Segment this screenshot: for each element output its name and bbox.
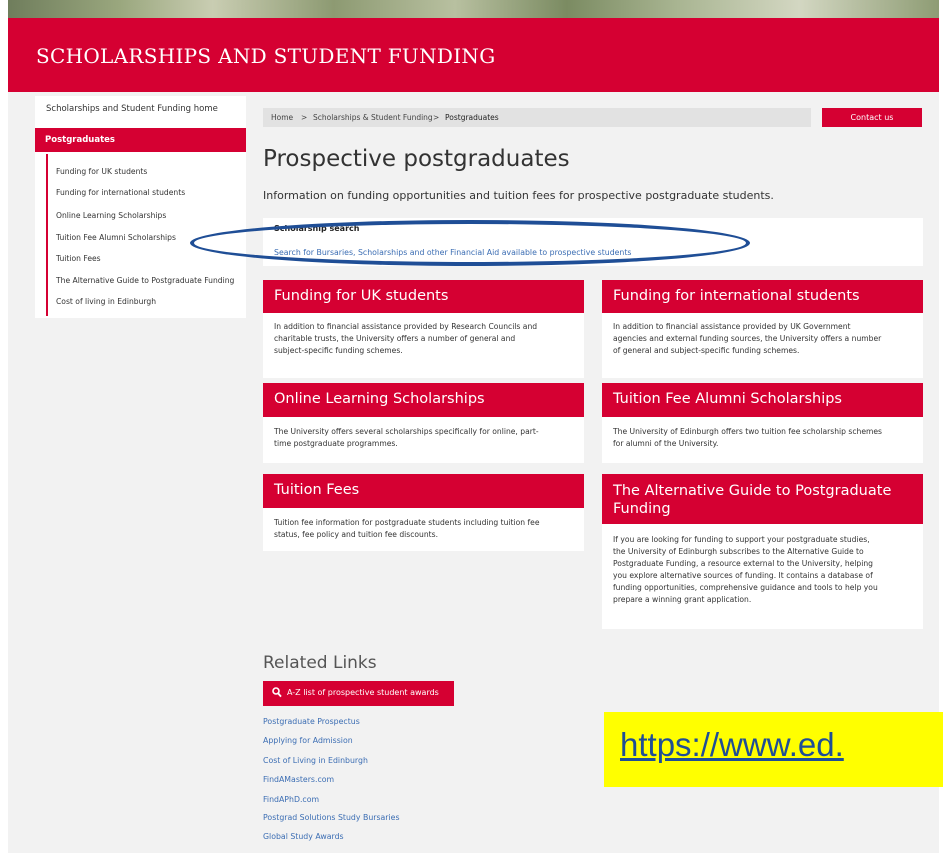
related-link-findaphd[interactable]: FindAPhD.com xyxy=(263,795,319,804)
card-title: Tuition Fee Alumni Scholarships xyxy=(613,391,842,407)
breadcrumb-separator: > xyxy=(301,113,308,122)
card-tuition-fees: Tuition Fees Tuition fee information for… xyxy=(263,474,584,551)
sidebar-item-alternative-guide[interactable]: The Alternative Guide to Postgraduate Fu… xyxy=(56,276,234,285)
url-callout: https://www.ed. xyxy=(604,712,943,787)
card-title-link[interactable]: The Alternative Guide to Postgraduate Fun… xyxy=(602,474,923,524)
card-title: Tuition Fees xyxy=(274,482,360,498)
page-title: Prospective postgraduates xyxy=(263,146,570,172)
related-link-admission[interactable]: Applying for Admission xyxy=(263,736,353,745)
card-title-link[interactable]: Online Learning Scholarships xyxy=(263,383,584,417)
breadcrumb: Home > Scholarships & Student Funding > … xyxy=(263,108,811,127)
submenu-rule xyxy=(46,154,48,316)
url-callout-link[interactable]: https://www.ed. xyxy=(620,726,844,764)
card-title-link[interactable]: Tuition Fees xyxy=(263,474,584,508)
card-title-link[interactable]: Tuition Fee Alumni Scholarships xyxy=(602,383,923,417)
hero-image-strip xyxy=(8,0,939,18)
az-awards-label: A-Z list of prospective student awards xyxy=(287,688,439,697)
card-title: Funding for international students xyxy=(613,288,860,304)
page-intro: Information on funding opportunities and… xyxy=(263,189,774,202)
card-body: The University offers several scholarshi… xyxy=(274,427,539,448)
related-link-postgrad-solutions[interactable]: Postgrad Solutions Study Bursaries xyxy=(263,813,400,822)
related-link-global-study-awards[interactable]: Global Study Awards xyxy=(263,832,344,841)
card-alumni-scholarships: Tuition Fee Alumni Scholarships The Univ… xyxy=(602,383,923,463)
card-title-link[interactable]: Funding for international students xyxy=(602,280,923,313)
contact-us-button[interactable]: Contact us xyxy=(822,108,922,127)
card-body: Tuition fee information for postgraduate… xyxy=(274,518,540,539)
card-body: In addition to financial assistance prov… xyxy=(274,322,538,355)
card-title: Funding for UK students xyxy=(274,288,449,304)
card-body: The University of Edinburgh offers two t… xyxy=(613,427,883,448)
sidebar-item-postgraduates[interactable]: Postgraduates xyxy=(35,128,246,152)
page: SCHOLARSHIPS AND STUDENT FUNDING Scholar… xyxy=(0,0,943,853)
sidebar-item-label: Postgraduates xyxy=(45,135,115,145)
breadcrumb-separator: > xyxy=(433,113,440,122)
card-alternative-guide: The Alternative Guide to Postgraduate Fun… xyxy=(602,474,923,629)
card-title: The Alternative Guide to Postgraduate Fun… xyxy=(613,483,892,517)
card-international-funding: Funding for international students In ad… xyxy=(602,280,923,378)
sidebar-item-cost-of-living[interactable]: Cost of living in Edinburgh xyxy=(56,297,156,306)
related-link-prospectus[interactable]: Postgraduate Prospectus xyxy=(263,717,360,726)
left-margin xyxy=(0,0,8,853)
site-title[interactable]: SCHOLARSHIPS AND STUDENT FUNDING xyxy=(36,44,496,68)
az-awards-button[interactable]: A-Z list of prospective student awards xyxy=(263,681,454,706)
breadcrumb-current: Postgraduates xyxy=(445,113,499,122)
site-banner: SCHOLARSHIPS AND STUDENT FUNDING xyxy=(8,18,939,92)
sidebar-nav: Scholarships and Student Funding home Po… xyxy=(35,96,246,318)
highlight-oval xyxy=(190,220,750,266)
sidebar-item-online-learning[interactable]: Online Learning Scholarships xyxy=(56,211,166,220)
card-online-learning: Online Learning Scholarships The Univers… xyxy=(263,383,584,463)
sidebar-item-international-funding[interactable]: Funding for international students xyxy=(56,188,185,197)
card-body: If you are looking for funding to suppor… xyxy=(613,535,878,604)
related-links-heading: Related Links xyxy=(263,653,377,673)
search-icon xyxy=(272,687,282,698)
related-link-findamasters[interactable]: FindAMasters.com xyxy=(263,775,334,784)
sidebar-item-uk-funding[interactable]: Funding for UK students xyxy=(56,167,147,176)
sidebar-item-tuition-fees[interactable]: Tuition Fees xyxy=(56,254,101,263)
card-uk-funding: Funding for UK students In addition to f… xyxy=(263,280,584,378)
card-title-link[interactable]: Funding for UK students xyxy=(263,280,584,313)
sidebar-item-alumni-scholarships[interactable]: Tuition Fee Alumni Scholarships xyxy=(56,233,176,242)
breadcrumb-home[interactable]: Home xyxy=(271,113,293,122)
card-title: Online Learning Scholarships xyxy=(274,391,485,407)
card-body: In addition to financial assistance prov… xyxy=(613,322,882,355)
breadcrumb-section[interactable]: Scholarships & Student Funding xyxy=(313,113,433,122)
related-link-cost-of-living[interactable]: Cost of Living in Edinburgh xyxy=(263,756,368,765)
sidebar-item-home[interactable]: Scholarships and Student Funding home xyxy=(46,104,218,114)
